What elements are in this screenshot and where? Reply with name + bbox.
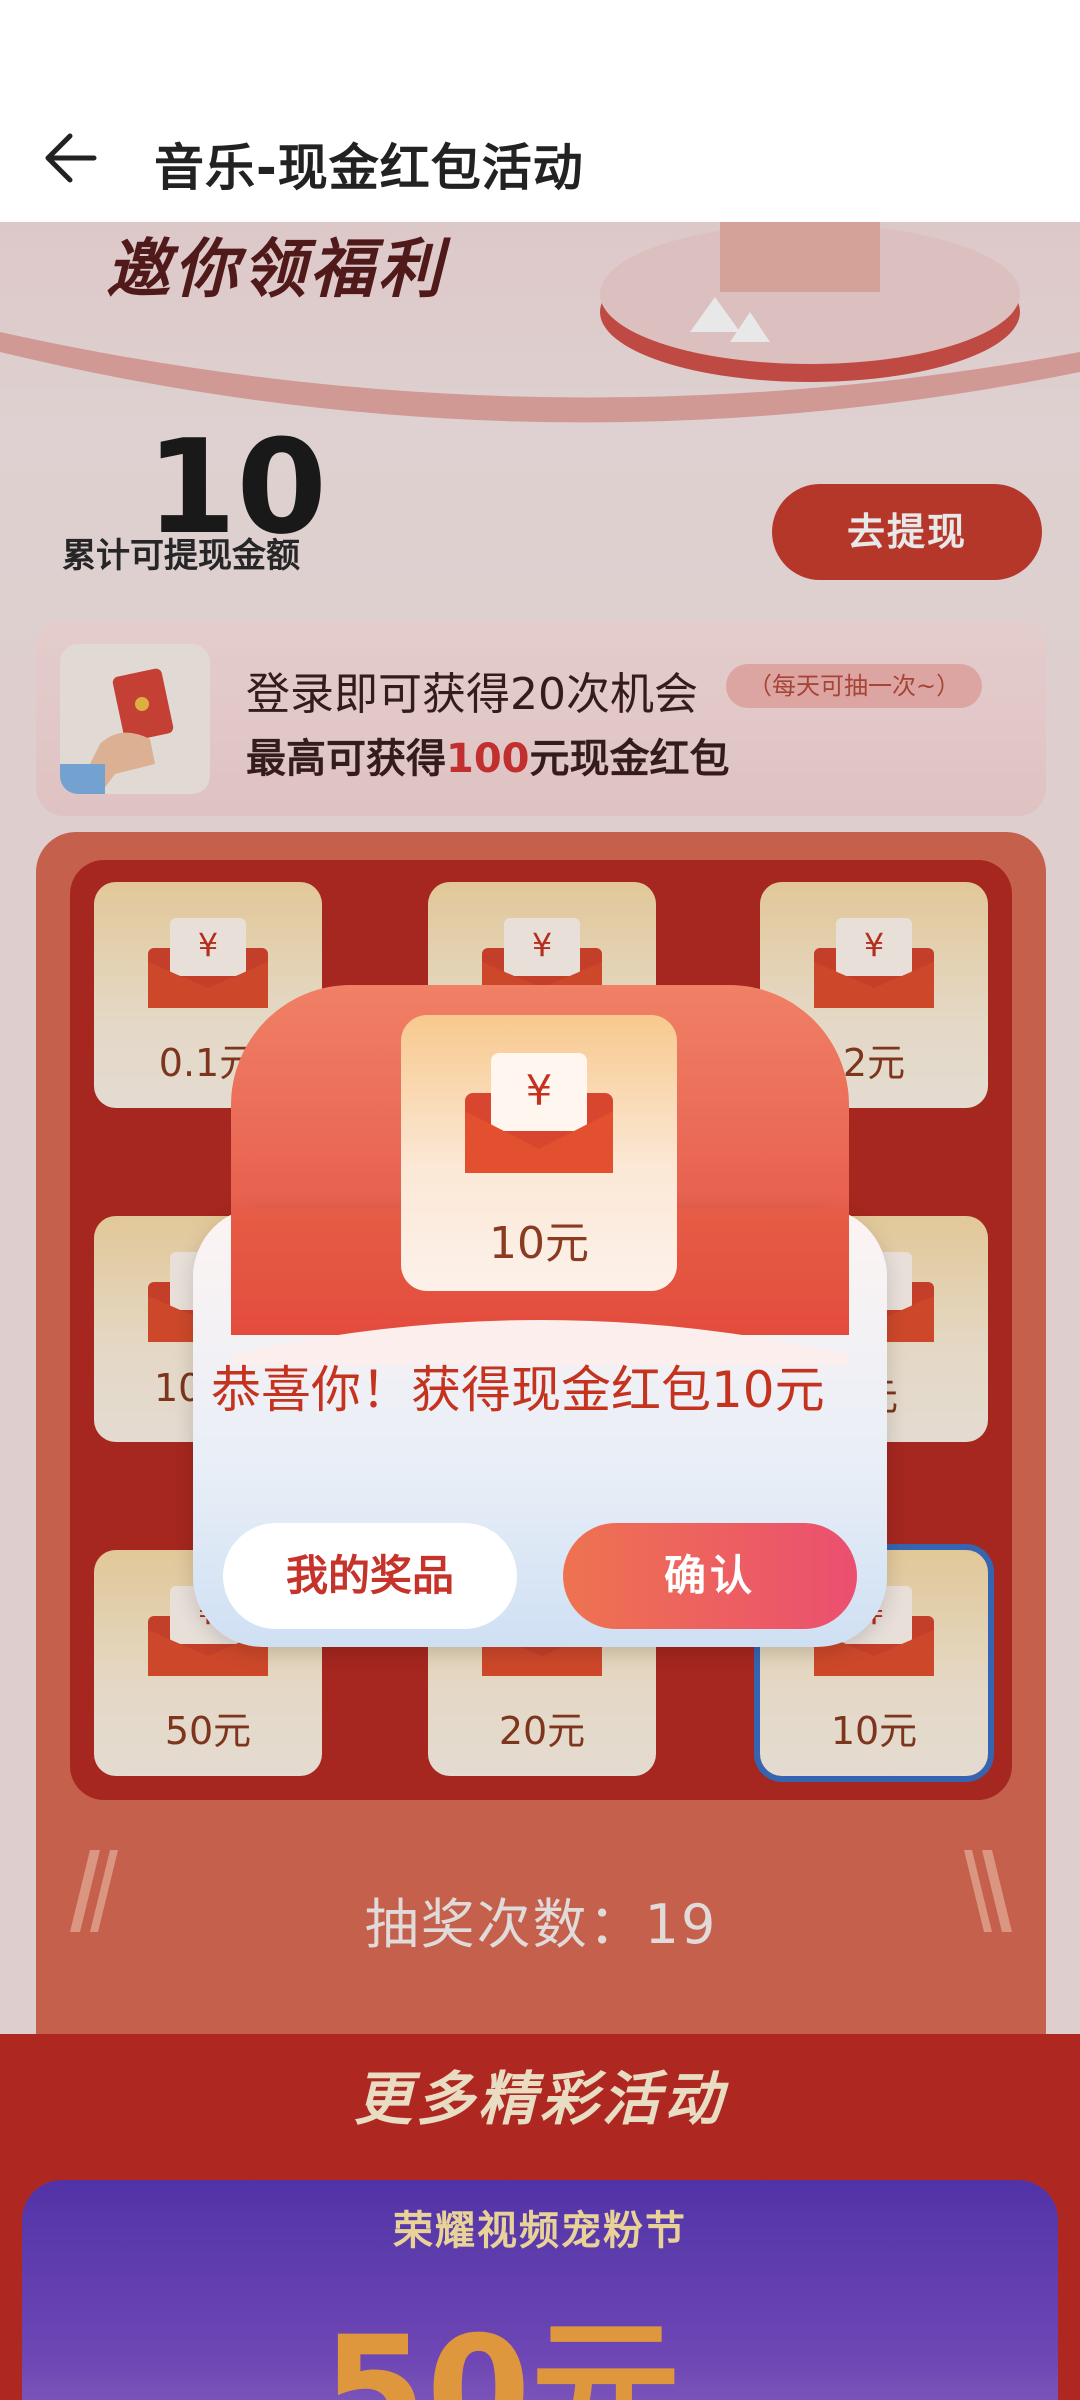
top-bar: 音乐-现金红包活动 — [0, 96, 1080, 222]
page-title: 音乐-现金红包活动 — [154, 139, 584, 197]
status-bar — [0, 0, 1080, 96]
congrats-message: 恭喜你！获得现金红包10元 — [211, 1361, 825, 1419]
back-arrow-icon[interactable] — [40, 126, 110, 190]
my-prizes-button[interactable]: 我的奖品 — [223, 1523, 517, 1629]
prize-dialog: ¥ 10元 恭喜你！获得现金红包10元 我的奖品 确认 — [193, 985, 887, 1665]
svg-text:¥: ¥ — [526, 1066, 553, 1115]
confirm-button[interactable]: 确认 — [563, 1523, 857, 1629]
red-envelope-icon: ¥ — [465, 1053, 613, 1173]
dialog-wave-decoration — [231, 1320, 849, 1365]
won-prize-amount: 10元 — [489, 1218, 589, 1269]
won-prize-card: ¥ 10元 — [401, 1015, 677, 1291]
